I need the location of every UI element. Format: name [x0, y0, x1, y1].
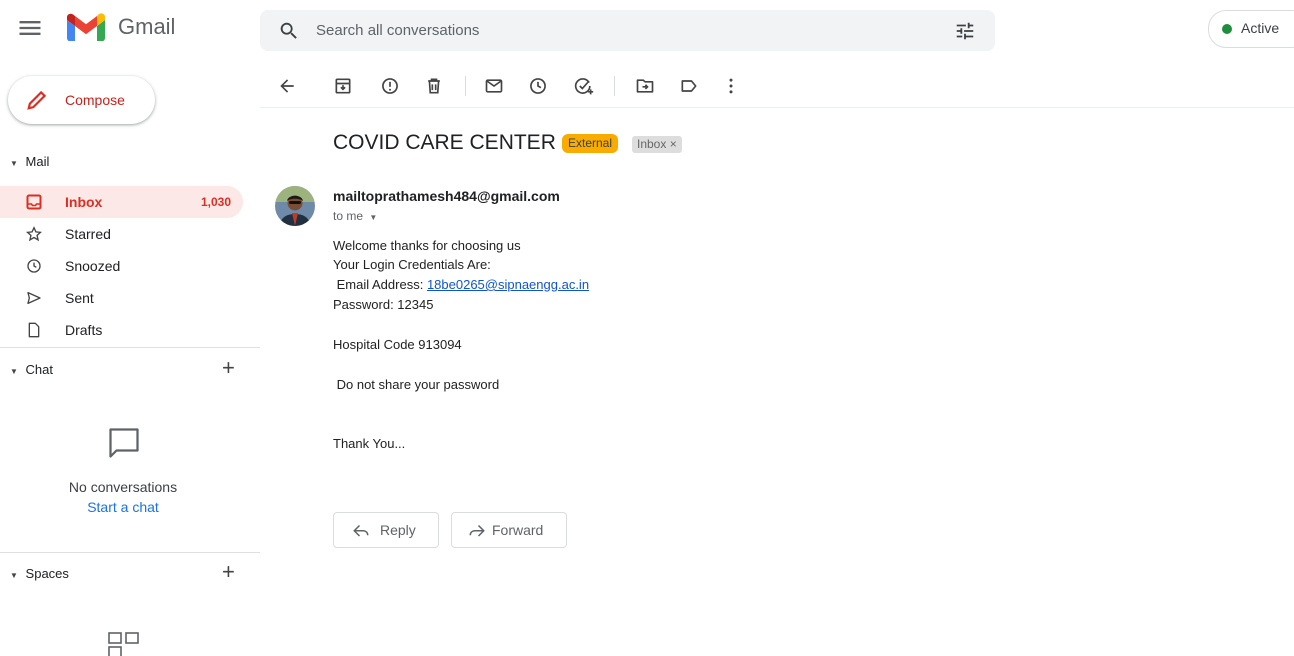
- caret-down-icon: ▼: [10, 367, 18, 376]
- status-indicator[interactable]: Active: [1208, 10, 1294, 48]
- spaces-grid-icon: [106, 630, 142, 656]
- inbox-label-text: Inbox: [637, 137, 667, 151]
- inbox-label-badge: Inbox ×: [632, 136, 682, 153]
- forward-label: Forward: [492, 522, 544, 538]
- search-input[interactable]: [316, 10, 916, 51]
- menu-icon[interactable]: [16, 14, 44, 42]
- sidebar-item-label: Snoozed: [65, 258, 121, 274]
- details-caret-icon[interactable]: ▼: [369, 213, 377, 222]
- sidebar-item-inbox[interactable]: Inbox 1,030: [0, 186, 243, 218]
- email-link[interactable]: 18be0265@sipnaengg.ac.in: [427, 277, 589, 292]
- reply-label: Reply: [380, 522, 416, 538]
- draft-icon: [26, 322, 42, 338]
- clock-icon: [26, 258, 42, 274]
- archive-icon[interactable]: [333, 76, 353, 96]
- more-icon[interactable]: [721, 76, 741, 96]
- search-options-icon[interactable]: [954, 20, 976, 42]
- reply-button[interactable]: Reply: [333, 512, 439, 548]
- new-space-plus-icon[interactable]: +: [222, 561, 235, 583]
- body-line: Thank You...: [333, 436, 406, 451]
- sidebar-item-starred[interactable]: Starred: [0, 218, 243, 250]
- search-icon[interactable]: [278, 20, 300, 42]
- inbox-icon: [26, 194, 42, 210]
- toolbar-separator: [614, 76, 615, 96]
- new-chat-plus-icon[interactable]: +: [222, 357, 235, 379]
- forward-icon: [468, 522, 486, 538]
- recipient-details[interactable]: to me ▼: [333, 209, 377, 223]
- remove-label-icon[interactable]: ×: [670, 137, 677, 151]
- chat-section-header[interactable]: ▼ Chat: [10, 362, 53, 377]
- no-conversations-text: No conversations: [68, 479, 178, 495]
- back-icon[interactable]: [277, 76, 297, 96]
- unread-count: 1,030: [200, 195, 231, 209]
- mark-unread-icon[interactable]: [484, 76, 504, 96]
- sidebar-item-label: Drafts: [65, 322, 103, 338]
- forward-button[interactable]: Forward: [451, 512, 567, 548]
- report-spam-icon[interactable]: [380, 76, 400, 96]
- avatar[interactable]: [275, 186, 315, 226]
- status-dot: [1222, 24, 1232, 34]
- send-icon: [26, 290, 42, 306]
- toolbar-separator: [465, 76, 466, 96]
- status-label: Active: [1241, 20, 1280, 36]
- external-badge: External: [562, 134, 619, 153]
- email-subject: COVID CARE CENTER: [333, 131, 556, 154]
- start-chat-link[interactable]: Start a chat: [0, 499, 246, 515]
- body-line: Password: 12345: [333, 297, 434, 312]
- star-icon: [26, 226, 42, 242]
- divider: [0, 347, 260, 348]
- body-line: Do not share your password: [333, 377, 500, 392]
- app-name: Gmail: [118, 14, 176, 39]
- spaces-section-header[interactable]: ▼ Spaces: [10, 566, 69, 581]
- delete-icon[interactable]: [424, 76, 444, 96]
- sidebar-item-snoozed[interactable]: Snoozed: [0, 250, 243, 282]
- sidebar-item-drafts[interactable]: Drafts: [0, 314, 243, 346]
- gmail-logo[interactable]: [66, 11, 106, 43]
- add-task-icon[interactable]: [573, 76, 594, 96]
- body-line: Your Login Credentials Are:: [333, 257, 491, 272]
- recipient-text: to me: [333, 209, 364, 223]
- search-bar[interactable]: [260, 10, 995, 51]
- sender-email[interactable]: mailtoprathamesh484@gmail.com: [333, 188, 560, 204]
- compose-label: Compose: [65, 92, 125, 108]
- sidebar-item-label: Inbox: [65, 194, 103, 210]
- sidebar-item-label: Sent: [65, 290, 94, 306]
- pencil-icon: [26, 89, 48, 111]
- top-bar: Gmail Active: [0, 0, 1294, 58]
- move-to-icon[interactable]: [635, 76, 655, 96]
- divider: [0, 552, 260, 553]
- compose-button[interactable]: Compose: [8, 76, 155, 124]
- sidebar-item-label: Starred: [65, 226, 111, 242]
- sidebar-item-sent[interactable]: Sent: [0, 282, 243, 314]
- toolbar-divider: [260, 107, 1294, 108]
- caret-down-icon: ▼: [10, 571, 18, 580]
- mail-section-header[interactable]: ▼ Mail: [10, 154, 49, 169]
- email-address-line: Email Address: 18be0265@sipnaengg.ac.in: [333, 277, 590, 292]
- body-line: Hospital Code 913094: [333, 337, 462, 352]
- caret-down-icon: ▼: [10, 159, 18, 168]
- body-line: Welcome thanks for choosing us: [333, 238, 521, 253]
- label-icon[interactable]: [679, 76, 699, 96]
- reply-icon: [352, 522, 370, 538]
- snooze-icon[interactable]: [528, 76, 548, 96]
- chat-bubble-icon: [106, 425, 142, 461]
